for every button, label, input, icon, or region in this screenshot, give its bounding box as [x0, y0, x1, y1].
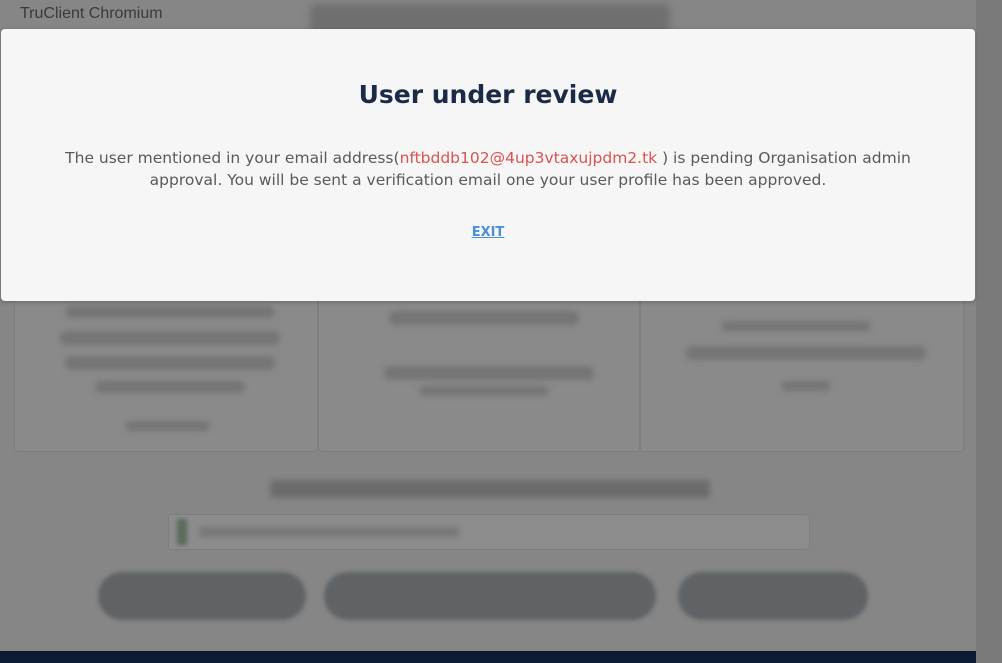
email-address: nftbddb102@4up3vtaxujpdm2.tk — [399, 149, 658, 167]
exit-link[interactable]: EXIT — [1, 225, 975, 240]
background-footer — [0, 651, 976, 663]
background-button — [678, 572, 868, 620]
background-card — [640, 285, 964, 452]
user-review-modal: User under review The user mentioned in … — [1, 29, 975, 301]
background-button — [98, 572, 306, 620]
background-subtitle — [270, 480, 710, 498]
background-card — [318, 285, 640, 452]
background-card — [14, 285, 318, 452]
modal-title: User under review — [358, 80, 618, 109]
background-input — [168, 514, 810, 550]
message-prefix: The user mentioned in your email address… — [65, 149, 400, 167]
background-button — [324, 572, 656, 620]
modal-message: The user mentioned in your email address… — [61, 147, 915, 191]
background-scroll-gutter — [976, 0, 1002, 663]
window-title: TruClient Chromium — [20, 5, 163, 22]
